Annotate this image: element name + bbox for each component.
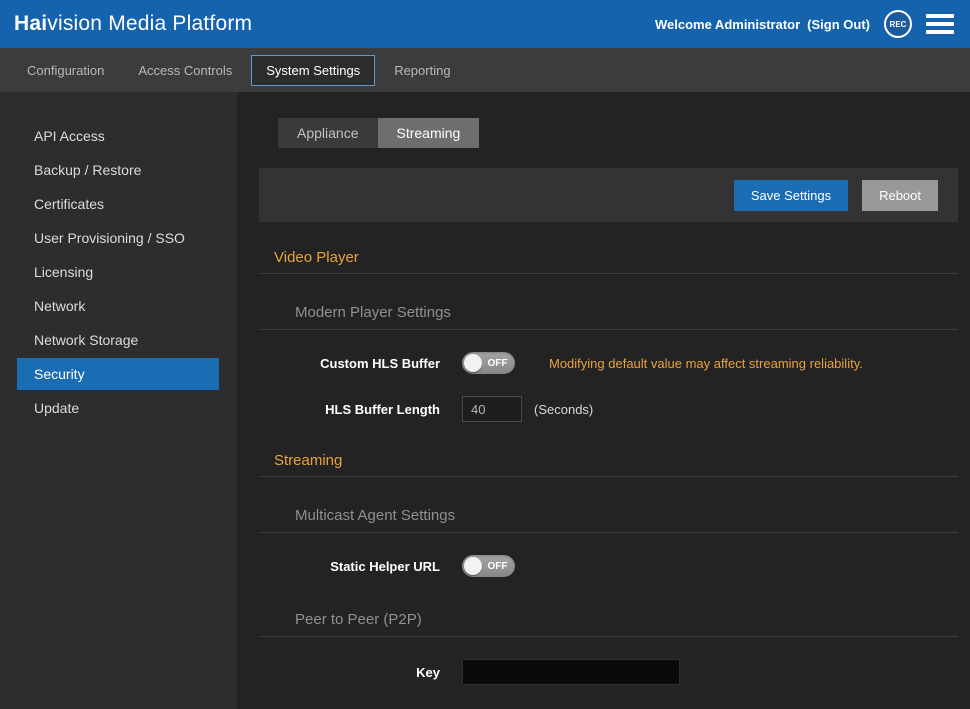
sign-out-link[interactable]: (Sign Out) <box>807 17 870 32</box>
divider <box>259 636 958 637</box>
hls-buffer-warning-text: Modifying default value may affect strea… <box>549 356 863 371</box>
section-heading-video-player: Video Player <box>274 249 958 266</box>
toggle-knob <box>464 354 482 372</box>
settings-toolbar: Save Settings Reboot <box>259 168 958 222</box>
divider <box>259 476 958 477</box>
brand-rest: vision Media Platform <box>47 12 252 35</box>
sidebar-item-api-access[interactable]: API Access <box>17 120 219 152</box>
nav-item-reporting[interactable]: Reporting <box>379 55 465 86</box>
custom-hls-buffer-label: Custom HLS Buffer <box>259 356 440 371</box>
toggle-state-label: OFF <box>482 358 513 369</box>
sidebar-item-network[interactable]: Network <box>17 290 219 322</box>
sidebar-item-update[interactable]: Update <box>17 392 219 424</box>
divider <box>259 532 958 533</box>
divider <box>259 329 958 330</box>
subsection-heading-peer-to-peer: Peer to Peer (P2P) <box>295 611 958 628</box>
hls-buffer-length-unit: (Seconds) <box>534 402 593 417</box>
sidebar-item-network-storage[interactable]: Network Storage <box>17 324 219 356</box>
rec-icon[interactable]: REC <box>884 10 912 38</box>
nav-item-configuration[interactable]: Configuration <box>12 55 119 86</box>
settings-sidebar: API Access Backup / Restore Certificates… <box>0 92 237 709</box>
top-nav: Configuration Access Controls System Set… <box>0 48 970 92</box>
sidebar-item-security[interactable]: Security <box>17 358 219 390</box>
brand-bold: Hai <box>14 12 47 35</box>
static-helper-url-label: Static Helper URL <box>259 559 440 574</box>
main-content: Appliance Streaming Save Settings Reboot… <box>237 92 970 709</box>
sidebar-item-licensing[interactable]: Licensing <box>17 256 219 288</box>
static-helper-url-toggle[interactable]: OFF <box>462 555 515 577</box>
app-header: Haivision Media Platform Welcome Adminis… <box>0 0 970 48</box>
divider <box>259 273 958 274</box>
p2p-key-row: Key <box>259 659 958 685</box>
sidebar-item-certificates[interactable]: Certificates <box>17 188 219 220</box>
nav-item-system-settings[interactable]: System Settings <box>251 55 375 86</box>
section-heading-streaming: Streaming <box>274 452 958 469</box>
sidebar-item-user-provisioning-sso[interactable]: User Provisioning / SSO <box>17 222 219 254</box>
p2p-key-input[interactable] <box>462 659 680 685</box>
app-logo: Haivision Media Platform <box>14 12 252 36</box>
content-tabs: Appliance Streaming <box>278 118 958 148</box>
sidebar-item-backup-restore[interactable]: Backup / Restore <box>17 154 219 186</box>
nav-item-access-controls[interactable]: Access Controls <box>123 55 247 86</box>
static-helper-url-row: Static Helper URL OFF <box>259 555 958 577</box>
hls-buffer-length-label: HLS Buffer Length <box>259 402 440 417</box>
welcome-text: Welcome Administrator <box>655 17 800 32</box>
p2p-key-label: Key <box>259 665 440 680</box>
tab-streaming[interactable]: Streaming <box>378 118 480 148</box>
reboot-button[interactable]: Reboot <box>862 180 938 211</box>
hls-buffer-length-input[interactable] <box>462 396 522 422</box>
save-settings-button[interactable]: Save Settings <box>734 180 848 211</box>
hls-buffer-length-row: HLS Buffer Length (Seconds) <box>259 396 958 422</box>
custom-hls-buffer-toggle[interactable]: OFF <box>462 352 515 374</box>
subsection-heading-multicast-agent-settings: Multicast Agent Settings <box>295 507 958 524</box>
toggle-knob <box>464 557 482 575</box>
toggle-state-label: OFF <box>482 561 513 572</box>
header-right: Welcome Administrator (Sign Out) REC <box>655 10 954 38</box>
tab-appliance[interactable]: Appliance <box>278 118 378 148</box>
subsection-heading-modern-player-settings: Modern Player Settings <box>295 304 958 321</box>
custom-hls-buffer-row: Custom HLS Buffer OFF Modifying default … <box>259 352 958 374</box>
hamburger-menu-icon[interactable] <box>926 14 954 34</box>
